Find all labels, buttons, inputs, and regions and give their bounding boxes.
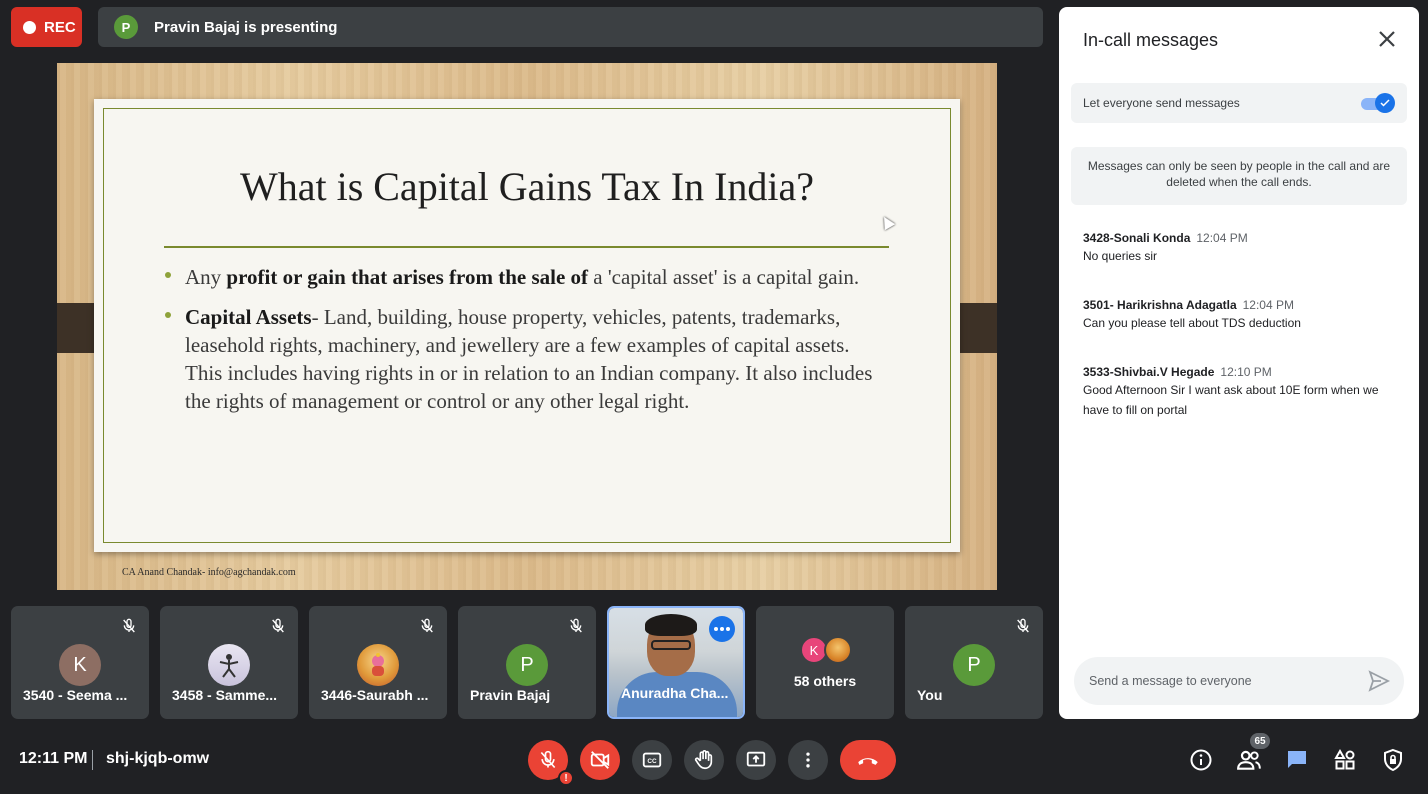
participant-tile[interactable]: K 3540 - Seema ... (11, 606, 149, 719)
chat-icon (1288, 751, 1306, 768)
others-avatars: K (800, 636, 860, 664)
avatar-image (357, 644, 399, 686)
avatar-image (824, 636, 852, 664)
chat-message: 3533-Shivbai.V Hegade 12:10 PM Good After… (1083, 365, 1393, 420)
chat-button[interactable] (1281, 744, 1313, 776)
chat-info-notice: Messages can only be seen by people in t… (1071, 147, 1407, 205)
avatar-image (208, 644, 250, 686)
present-screen-button[interactable] (736, 740, 776, 780)
message-time: 12:04 PM (1242, 298, 1294, 312)
participant-name: You (917, 687, 943, 703)
let-everyone-send-setting: Let everyone send messages (1071, 83, 1407, 123)
slide-paper: What is Capital Gains Tax In India? Any … (94, 99, 960, 552)
activities-button[interactable] (1329, 744, 1361, 776)
others-count: 58 others (793, 673, 857, 689)
panel-title: In-call messages (1083, 30, 1219, 50)
yoga-pose-icon (219, 654, 239, 678)
more-vert-icon (806, 752, 810, 768)
slide-bullets: Any profit or gain that arises from the … (164, 263, 884, 427)
send-messages-toggle[interactable] (1359, 93, 1395, 113)
participant-name: Anuradha Cha... (621, 685, 729, 701)
meeting-time: 12:11 PM (19, 750, 88, 767)
chat-message: 3501- Harikrishna Adagatla 12:04 PM Can y… (1083, 298, 1393, 333)
camera-off-icon (590, 751, 610, 769)
slide-divider (164, 246, 889, 248)
avatar: P (506, 644, 548, 686)
shared-screen: What is Capital Gains Tax In India? Any … (57, 63, 997, 590)
avatar: P (953, 644, 995, 686)
meet-window: REC P Pravin Bajaj is presenting What is… (0, 0, 1428, 794)
send-icon[interactable] (1367, 669, 1391, 693)
chat-panel: In-call messages Let everyone send messa… (1059, 7, 1419, 719)
self-tile[interactable]: P You (905, 606, 1043, 719)
leave-call-button[interactable] (840, 740, 896, 780)
present-screen-icon (746, 751, 766, 767)
svg-text:CC: CC (647, 758, 657, 765)
shield-lock-icon (1384, 748, 1402, 772)
avatar: K (59, 644, 101, 686)
mic-off-icon (123, 618, 135, 633)
raise-hand-button[interactable] (684, 740, 724, 780)
recording-indicator[interactable]: REC (11, 7, 82, 47)
divider (92, 750, 93, 770)
message-input[interactable] (1074, 657, 1404, 705)
message-sender: 3428-Sonali Konda (1083, 231, 1191, 245)
microphone-toggle-button[interactable]: ! (528, 740, 574, 786)
participant-name: Pravin Bajaj (470, 687, 551, 703)
rec-label: REC (44, 18, 76, 36)
presenter-avatar: P (114, 15, 138, 39)
participant-name: 3458 - Samme... (172, 687, 278, 703)
participant-tile-video[interactable]: Anuradha Cha... (607, 606, 745, 719)
activities-icon (1334, 748, 1355, 770)
mic-off-icon (272, 618, 284, 633)
more-options-button[interactable] (788, 740, 828, 780)
slide-title: What is Capital Gains Tax In India? (239, 164, 815, 209)
presenting-text: Pravin Bajaj is presenting (154, 18, 338, 36)
deity-icon (372, 653, 384, 676)
slide-bullet-1: Any profit or gain that arises from the … (164, 263, 884, 291)
mic-off-icon (421, 618, 433, 633)
mic-off-icon (570, 618, 582, 633)
message-sender: 3501- Harikrishna Adagatla (1083, 298, 1237, 312)
chat-message: 3428-Sonali Konda 12:04 PM No queries sir (1083, 231, 1393, 266)
slide-footer: CA Anand Chandak- info@agchandak.com (122, 567, 296, 578)
host-controls-button[interactable] (1377, 744, 1409, 776)
hang-up-icon (858, 758, 878, 765)
camera-toggle-button[interactable] (580, 740, 620, 780)
participant-tile[interactable]: 3458 - Samme... (160, 606, 298, 719)
people-icon (1237, 750, 1261, 770)
message-text: No queries sir (1083, 249, 1158, 263)
people-count-badge: 65 (1250, 733, 1270, 749)
hand-icon (694, 750, 713, 770)
toggle-label: Let everyone send messages (1083, 96, 1240, 110)
mic-off-icon (540, 750, 556, 769)
message-sender: 3533-Shivbai.V Hegade (1083, 365, 1215, 379)
others-tile[interactable]: K 58 others (756, 606, 894, 719)
message-time: 12:04 PM (1196, 231, 1248, 245)
record-dot-icon (23, 20, 36, 34)
more-options-button[interactable] (709, 616, 735, 642)
participant-name: 3446-Saurabh ... (321, 687, 429, 703)
closed-captions-icon: CC (642, 752, 662, 768)
close-icon[interactable] (1375, 27, 1399, 51)
participant-tile[interactable]: P Pravin Bajaj (458, 606, 596, 719)
info-icon (1190, 749, 1212, 771)
mic-off-icon (1017, 618, 1029, 633)
message-text: Good Afternoon Sir I want ask about 10E … (1083, 383, 1379, 417)
check-icon (1375, 93, 1395, 113)
captions-button[interactable]: CC (632, 740, 672, 780)
message-text: Can you please tell about TDS deduction (1083, 316, 1301, 330)
participant-name: 3540 - Seema ... (23, 687, 128, 703)
slide-bullet-2: Capital Assets- Land, building, house pr… (164, 303, 884, 415)
message-time: 12:10 PM (1220, 365, 1272, 379)
meeting-details-button[interactable] (1185, 744, 1217, 776)
presenting-banner: P Pravin Bajaj is presenting (98, 7, 1043, 47)
warning-icon: ! (558, 770, 574, 786)
participant-tile[interactable]: 3446-Saurabh ... (309, 606, 447, 719)
meeting-code: shj-kjqb-omw (106, 750, 210, 767)
